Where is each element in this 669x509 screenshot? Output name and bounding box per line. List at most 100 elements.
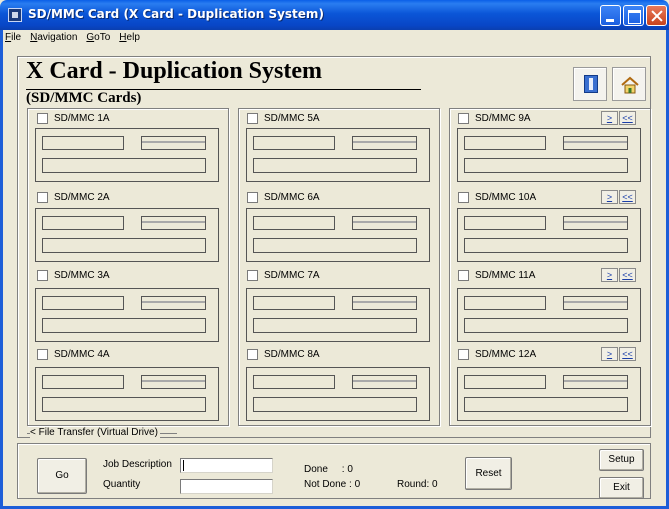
menu-file[interactable]: File xyxy=(5,32,21,48)
slot-7a-checkbox-row[interactable]: SD/MMC 7A xyxy=(247,268,320,282)
slot-6a-panel xyxy=(246,208,430,262)
slot-label: SD/MMC 3A xyxy=(54,269,110,281)
slot-checkbox[interactable] xyxy=(247,348,258,360)
slot-info-field xyxy=(464,238,628,253)
slot-status-field xyxy=(42,216,124,230)
slot-12a-next-button[interactable]: > xyxy=(601,347,618,361)
slot-info-field xyxy=(464,158,628,173)
menu-file-rest: ile xyxy=(11,32,22,43)
job-description-label: Job Description xyxy=(103,459,172,470)
job-description-input[interactable] xyxy=(180,458,273,473)
slot-checkbox[interactable] xyxy=(247,112,258,124)
slot-label: SD/MMC 7A xyxy=(264,269,320,281)
menu-help[interactable]: Help xyxy=(119,32,140,48)
slot-status-field xyxy=(42,375,124,389)
slot-4a-panel xyxy=(35,367,219,421)
quantity-label: Quantity xyxy=(103,479,141,490)
slot-9a-next-button[interactable]: > xyxy=(601,111,618,125)
slot-6a-checkbox-row[interactable]: SD/MMC 6A xyxy=(247,190,320,204)
slot-status-field xyxy=(253,296,335,310)
slot-10a-back-button[interactable]: << xyxy=(619,190,636,204)
slot-3a-checkbox-row[interactable]: SD/MMC 3A xyxy=(37,268,110,282)
slot-checkbox[interactable] xyxy=(247,191,258,203)
slot-status-field xyxy=(464,216,546,230)
slot-checkbox[interactable] xyxy=(458,269,469,281)
file-transfer-link[interactable]: < File Transfer (Virtual Drive) xyxy=(30,427,160,438)
minimize-button[interactable] xyxy=(600,5,621,26)
slot-12a-panel xyxy=(457,367,641,421)
menu-navigation-rest: avigation xyxy=(37,32,78,43)
slot-progress-field xyxy=(352,136,417,150)
slot-info-field xyxy=(42,318,206,333)
slot-8a-checkbox-row[interactable]: SD/MMC 8A xyxy=(247,347,320,361)
slot-checkbox[interactable] xyxy=(37,112,48,124)
close-button[interactable] xyxy=(646,5,667,26)
slot-checkbox[interactable] xyxy=(458,112,469,124)
slot-4a-checkbox-row[interactable]: SD/MMC 4A xyxy=(37,347,110,361)
home-button[interactable] xyxy=(612,67,646,101)
slot-checkbox[interactable] xyxy=(37,269,48,281)
app-icon[interactable] xyxy=(8,8,22,22)
book-button[interactable] xyxy=(573,67,607,101)
quantity-input[interactable] xyxy=(180,479,273,494)
slot-status-field xyxy=(464,136,546,150)
slot-2a-checkbox-row[interactable]: SD/MMC 2A xyxy=(37,190,110,204)
slot-11a-next-button[interactable]: > xyxy=(601,268,618,282)
slot-checkbox[interactable] xyxy=(247,269,258,281)
slot-info-field xyxy=(42,397,206,412)
slot-11a-back-button[interactable]: << xyxy=(619,268,636,282)
slot-9a-checkbox-row[interactable]: SD/MMC 9A xyxy=(458,111,531,125)
done-count: Done : 0 xyxy=(304,464,353,475)
book-icon xyxy=(584,75,598,93)
slot-progress-field xyxy=(563,216,628,230)
slot-5a-checkbox-row[interactable]: SD/MMC 5A xyxy=(247,111,320,125)
maximize-button[interactable] xyxy=(623,5,644,26)
title-bar[interactable]: SD/MMC Card (X Card - Duplication System… xyxy=(0,0,669,30)
menu-goto-rest: oTo xyxy=(94,32,111,43)
slot-progress-field xyxy=(352,216,417,230)
slot-status-field xyxy=(42,296,124,310)
slot-9a-back-button[interactable]: << xyxy=(619,111,636,125)
slot-info-field xyxy=(253,238,417,253)
menu-help-accel: H xyxy=(119,32,127,43)
slot-11a-checkbox-row[interactable]: SD/MMC 11A xyxy=(458,268,535,282)
slot-5a-panel xyxy=(246,128,430,182)
slot-label: SD/MMC 11A xyxy=(475,269,536,281)
slot-info-field xyxy=(464,318,628,333)
slot-info-field xyxy=(42,238,206,253)
slot-11a-panel xyxy=(457,288,641,342)
menu-goto-accel: G xyxy=(86,32,95,43)
setup-button[interactable]: Setup xyxy=(599,449,644,471)
slot-1a-checkbox-row[interactable]: SD/MMC 1A xyxy=(37,111,110,125)
reset-button[interactable]: Reset xyxy=(465,457,512,490)
slot-12a-checkbox-row[interactable]: SD/MMC 12A xyxy=(458,347,536,361)
slot-10a-checkbox-row[interactable]: SD/MMC 10A xyxy=(458,190,536,204)
menu-goto[interactable]: GoTo xyxy=(86,32,110,48)
slot-checkbox[interactable] xyxy=(37,348,48,360)
slot-progress-field xyxy=(563,136,628,150)
slot-progress-field xyxy=(563,296,628,310)
slot-info-field xyxy=(464,397,628,412)
slot-info-field xyxy=(42,158,206,173)
slot-12a-back-button[interactable]: << xyxy=(619,347,636,361)
text-cursor xyxy=(183,460,184,471)
menu-bar: File Navigation GoTo Help xyxy=(3,32,140,48)
menu-navigation[interactable]: Navigation xyxy=(30,32,77,48)
slot-checkbox[interactable] xyxy=(458,348,469,360)
slot-status-field xyxy=(42,136,124,150)
slot-status-field xyxy=(464,296,546,310)
slot-label: SD/MMC 12A xyxy=(475,348,537,360)
slot-label: SD/MMC 6A xyxy=(264,191,320,203)
menu-help-rest: elp xyxy=(126,32,140,43)
slot-info-field xyxy=(253,397,417,412)
go-button[interactable]: Go xyxy=(37,458,87,494)
slot-10a-next-button[interactable]: > xyxy=(601,190,618,204)
slot-checkbox[interactable] xyxy=(458,191,469,203)
slot-1a-panel xyxy=(35,128,219,182)
slot-checkbox[interactable] xyxy=(37,191,48,203)
slot-progress-field xyxy=(141,296,206,310)
exit-button[interactable]: Exit xyxy=(599,477,644,499)
slot-9a-panel xyxy=(457,128,641,182)
round-count: Round: 0 xyxy=(397,479,438,490)
window-frame-left xyxy=(0,30,3,509)
